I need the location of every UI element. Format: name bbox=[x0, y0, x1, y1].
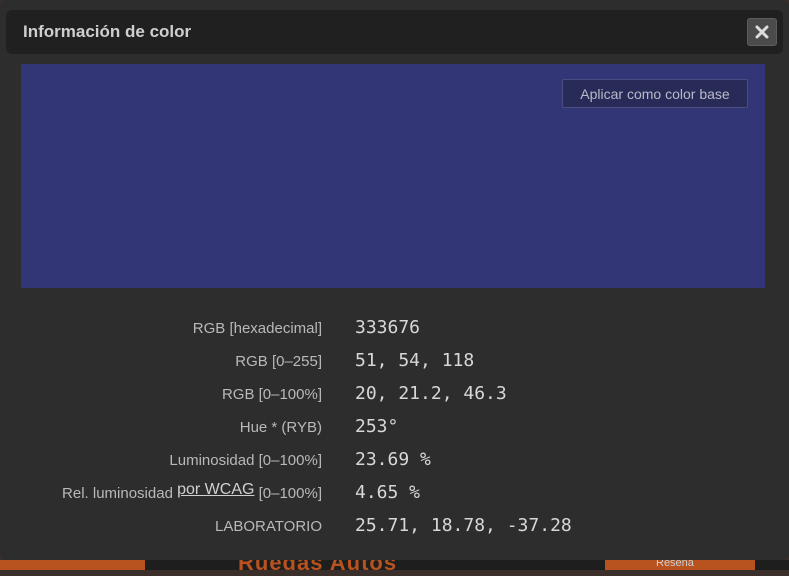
wcag-link[interactable]: por WCAG bbox=[177, 481, 254, 498]
info-value: 4.65 % bbox=[355, 482, 421, 503]
close-button[interactable] bbox=[747, 18, 777, 46]
info-row-hue: Hue * (RYB) 253° bbox=[0, 411, 789, 441]
info-value: 51, 54, 118 bbox=[355, 350, 475, 371]
info-label: Luminosidad [0–100%] bbox=[169, 452, 322, 469]
dialog-titlebar: Información de color bbox=[6, 10, 783, 54]
info-value: 23.69 % bbox=[355, 449, 431, 470]
info-label: Rel. luminosidad por WCAG [0–100%] bbox=[62, 481, 322, 503]
apply-base-color-button[interactable]: Aplicar como color base bbox=[562, 79, 748, 108]
info-value: 253° bbox=[355, 416, 399, 437]
label-prefix: Rel. luminosidad bbox=[62, 485, 173, 502]
label-suffix: [0–100%] bbox=[258, 485, 322, 502]
info-label: RGB [hexadecimal] bbox=[192, 320, 322, 337]
dialog-title: Información de color bbox=[23, 22, 192, 41]
color-info-dialog: Información de color Aplicar como color … bbox=[0, 0, 789, 560]
info-row-lab: LABORATORIO 25.71, 18.78, -37.28 bbox=[0, 510, 789, 540]
info-row-rgb-hex: RGB [hexadecimal] 333676 bbox=[0, 312, 789, 342]
info-label: RGB [0–255] bbox=[235, 353, 322, 370]
background-page: Ruedas Autos Reseña bbox=[0, 550, 789, 575]
info-row-rgb-255: RGB [0–255] 51, 54, 118 bbox=[0, 345, 789, 375]
info-label: Hue * (RYB) bbox=[239, 419, 322, 436]
info-label: RGB [0–100%] bbox=[221, 386, 322, 403]
info-label: LABORATORIO bbox=[215, 518, 322, 535]
info-value: 20, 21.2, 46.3 bbox=[355, 383, 507, 404]
info-value: 25.71, 18.78, -37.28 bbox=[355, 515, 572, 536]
info-row-relative-luminosity: Rel. luminosidad por WCAG [0–100%] 4.65 … bbox=[0, 477, 789, 507]
info-row-rgb-percent: RGB [0–100%] 20, 21.2, 46.3 bbox=[0, 378, 789, 408]
info-row-luminosity: Luminosidad [0–100%] 23.69 % bbox=[0, 444, 789, 474]
close-icon bbox=[755, 25, 769, 39]
info-value: 333676 bbox=[355, 317, 421, 338]
background-panel-left bbox=[0, 560, 145, 570]
